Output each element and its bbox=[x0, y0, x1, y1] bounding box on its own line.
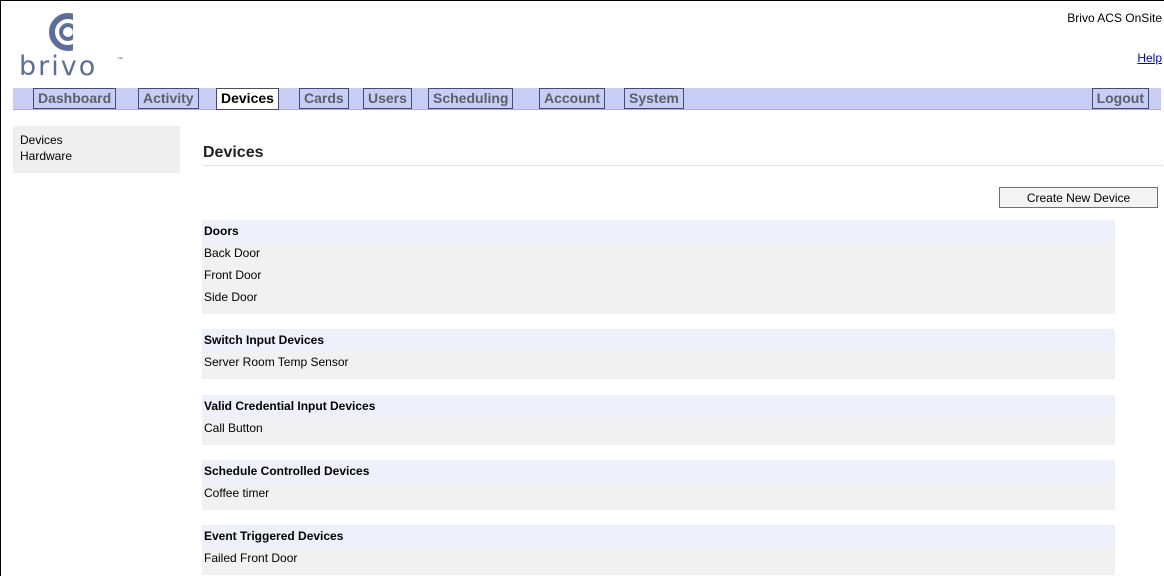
section-doors: Doors Back Door Front Door Side Door bbox=[202, 220, 1115, 314]
tab-activity[interactable]: Activity bbox=[138, 88, 199, 109]
trademark: ™ bbox=[117, 57, 123, 63]
list-item[interactable]: Side Door bbox=[202, 286, 1115, 308]
logout-button[interactable]: Logout bbox=[1091, 88, 1149, 109]
section-schedule-controlled-devices: Schedule Controlled Devices Coffee timer bbox=[202, 460, 1115, 510]
tab-dashboard[interactable]: Dashboard bbox=[33, 88, 117, 109]
section-title: Switch Input Devices bbox=[202, 329, 1115, 351]
sidebar-item-hardware[interactable]: Hardware bbox=[20, 149, 72, 163]
list-item[interactable]: Failed Front Door bbox=[202, 547, 1115, 569]
section-title: Valid Credential Input Devices bbox=[202, 395, 1115, 417]
section-title: Schedule Controlled Devices bbox=[202, 460, 1115, 482]
list-item[interactable]: Coffee timer bbox=[202, 482, 1115, 504]
main-nav: Dashboard Activity Devices Cards Users S… bbox=[13, 88, 1161, 110]
app-title: Brivo ACS OnSite bbox=[1067, 11, 1162, 25]
brivo-logo: brivo ™ bbox=[13, 7, 123, 82]
sidebar-item-devices[interactable]: Devices bbox=[20, 133, 63, 147]
tab-devices[interactable]: Devices bbox=[216, 88, 279, 110]
app-frame: brivo ™ Brivo ACS OnSite Help Dashboard … bbox=[0, 0, 1164, 576]
title-divider bbox=[203, 165, 1163, 166]
list-item[interactable]: Front Door bbox=[202, 264, 1115, 286]
section-title: Doors bbox=[202, 220, 1115, 242]
list-item[interactable]: Call Button bbox=[202, 417, 1115, 439]
section-event-triggered-devices: Event Triggered Devices Failed Front Doo… bbox=[202, 525, 1115, 575]
create-new-device-button[interactable]: Create New Device bbox=[999, 187, 1158, 208]
tab-account[interactable]: Account bbox=[539, 88, 605, 109]
help-link[interactable]: Help bbox=[1137, 51, 1162, 65]
section-title: Event Triggered Devices bbox=[202, 525, 1115, 547]
tab-scheduling[interactable]: Scheduling bbox=[428, 88, 514, 109]
page-title: Devices bbox=[203, 144, 264, 161]
sidebar: Devices Hardware bbox=[13, 126, 180, 173]
tab-cards[interactable]: Cards bbox=[299, 88, 349, 109]
tab-system[interactable]: System bbox=[624, 88, 684, 109]
brivo-swirl-icon bbox=[49, 13, 73, 51]
tab-users[interactable]: Users bbox=[363, 88, 412, 109]
list-item[interactable]: Server Room Temp Sensor bbox=[202, 351, 1115, 373]
section-valid-credential-input-devices: Valid Credential Input Devices Call Butt… bbox=[202, 395, 1115, 445]
list-item[interactable]: Back Door bbox=[202, 242, 1115, 264]
logo-text: brivo bbox=[19, 51, 98, 82]
section-switch-input-devices: Switch Input Devices Server Room Temp Se… bbox=[202, 329, 1115, 379]
